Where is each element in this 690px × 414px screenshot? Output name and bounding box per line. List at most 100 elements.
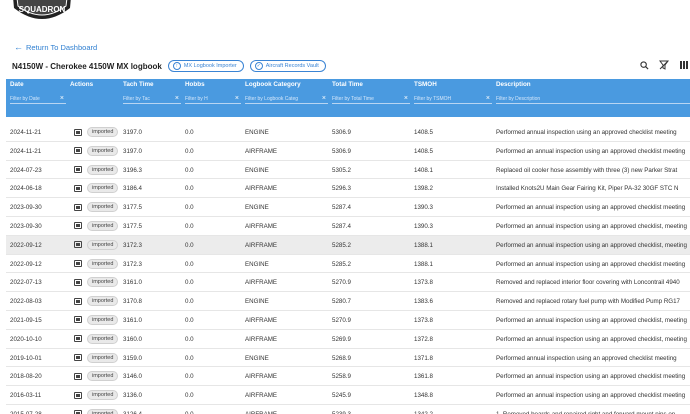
edit-icon[interactable] [74, 241, 82, 249]
cell-total-time: 5296.3 [332, 185, 351, 193]
search-icon[interactable] [638, 59, 650, 71]
edit-icon[interactable] [74, 147, 82, 155]
table-row[interactable]: 2024-11-21 imported 3197.0 0.0 AIRFRAME 5306.… [6, 142, 690, 161]
row-actions: imported [74, 333, 119, 344]
cell-logbook-category: AIRFRAME [245, 373, 277, 381]
filter-total-time-input[interactable]: Filter by Total Time × [332, 94, 410, 104]
cell-logbook-category: AIRFRAME [245, 316, 277, 324]
edit-icon[interactable] [74, 372, 82, 380]
edit-icon[interactable] [74, 128, 82, 136]
table-row[interactable]: 2015-07-28imported3126.40.0AIRFRAME5239.… [6, 405, 690, 414]
cell-description: Installed Knots2U Main Gear Fairing Kit,… [496, 185, 679, 193]
filter-tach-input[interactable]: Filter by Tac × [123, 94, 181, 104]
squadron-logo: SQUADRON [13, 0, 71, 19]
column-header-hobbs[interactable]: Hobbs [185, 81, 205, 88]
table-row[interactable]: 2022-07-13 imported 3161.0 0.0 AIRFRAME 5270.… [6, 273, 690, 293]
edit-icon[interactable] [74, 166, 82, 174]
status-badge: imported [87, 220, 119, 231]
table-row[interactable]: 2021-09-15 imported 3161.0 0.0 AIRFRAME 5270.… [6, 311, 690, 330]
table-row[interactable]: 2024-06-18 imported 3186.4 0.0 AIRFRAME 5296.… [6, 179, 690, 199]
table-row[interactable]: 2022-08-03 imported 3170.8 0.0 ENGINE 5280.7 1… [6, 292, 690, 311]
close-icon[interactable]: × [175, 95, 179, 102]
filter-date-input[interactable]: Filter by Date × [10, 94, 66, 104]
table-row[interactable]: 2019-10-01 imported 3159.0 0.0 ENGINE 5268.9 1… [6, 349, 690, 368]
table-row[interactable]: 2018-08-20 imported 3146.0 0.0 AIRFRAME 5258.… [6, 367, 690, 387]
status-badge: imported [87, 352, 119, 363]
edit-icon[interactable] [74, 297, 82, 305]
filter-tsmoh-input[interactable]: Filter by TSMOH × [414, 94, 492, 104]
close-icon[interactable]: × [486, 95, 490, 102]
column-header-logbook-category[interactable]: Logbook Category [245, 81, 301, 88]
status-badge: imported [87, 371, 119, 382]
edit-icon[interactable] [74, 203, 82, 211]
edit-icon[interactable] [74, 354, 82, 362]
return-to-dashboard-link[interactable]: ← Return To Dashboard [14, 43, 97, 53]
table-row[interactable]: 2016-03-11 imported 3136.0 0.0 AIRFRAME 5245.… [6, 386, 690, 405]
cell-total-time: 5285.2 [332, 241, 351, 249]
cell-date: 2022-07-13 [10, 279, 42, 287]
close-icon[interactable]: × [404, 95, 408, 102]
table-body: 2024-11-21 imported 3197.0 0.0 ENGINE 5306.9 1… [6, 123, 690, 414]
filter-description-input[interactable]: Filter by Description [496, 94, 690, 104]
cell-tsmoh: 1388.1 [414, 241, 433, 249]
cell-total-time: 5306.9 [332, 129, 351, 136]
edit-icon[interactable] [74, 410, 82, 414]
cell-tsmoh: 1390.3 [414, 222, 433, 230]
close-icon[interactable]: × [60, 95, 64, 102]
column-header-date[interactable]: Date [10, 81, 24, 88]
filter-category-input[interactable]: Filter by Logbook Categ × [245, 94, 328, 104]
table-row[interactable]: 2020-10-10 imported 3160.0 0.0 AIRFRAME 5269.… [6, 330, 690, 349]
cell-description: Removed and replaced interior floor cove… [496, 279, 680, 287]
cell-description: Performed an annual inspection using an … [496, 222, 687, 230]
status-badge: imported [87, 258, 119, 269]
cell-description: Performed an annual inspection using an … [496, 147, 686, 155]
cell-date: 2021-09-15 [10, 316, 42, 324]
table-row[interactable]: 2024-11-21 imported 3197.0 0.0 ENGINE 5306.9 1… [6, 123, 690, 142]
close-icon[interactable]: × [322, 95, 326, 102]
cell-description: Performed an annual inspection using an … [496, 260, 686, 268]
cell-hobbs: 0.0 [185, 129, 194, 136]
columns-icon[interactable] [678, 59, 690, 71]
aircraft-records-vault-label: Aircraft Records Vault [265, 63, 319, 69]
cell-tsmoh: 1372.8 [414, 335, 433, 343]
mx-logbook-importer-button[interactable]: ↑ MX Logbook Importer [167, 60, 244, 72]
cell-tach-time: 3197.0 [123, 147, 142, 155]
table-row[interactable]: 2022-09-12 imported 3172.3 0.0 AIRFRAME 5285.… [6, 235, 690, 255]
edit-icon[interactable] [74, 316, 82, 324]
column-header-total-time[interactable]: Total Time [332, 81, 363, 88]
cell-logbook-category: ENGINE [245, 354, 269, 362]
clear-filter-icon[interactable] [658, 59, 670, 71]
column-header-description[interactable]: Description [496, 81, 531, 88]
edit-icon[interactable] [74, 222, 82, 230]
cell-tsmoh: 1361.8 [414, 373, 433, 381]
status-badge: imported [87, 314, 119, 325]
edit-icon[interactable] [74, 278, 82, 286]
cell-logbook-category: ENGINE [245, 204, 269, 212]
aircraft-records-vault-button[interactable]: ✓ Aircraft Records Vault [249, 60, 326, 72]
table-row[interactable]: 2023-09-30 imported 3177.5 0.0 AIRFRAME 5287.… [6, 217, 690, 236]
cell-tsmoh: 1408.1 [414, 166, 433, 174]
cell-date: 2023-09-30 [10, 222, 42, 230]
column-header-tsmoh[interactable]: TSMOH [414, 81, 437, 88]
edit-icon[interactable] [74, 184, 82, 192]
column-header-tach-time[interactable]: Tach Time [123, 81, 154, 88]
cell-tach-time: 3177.5 [123, 204, 142, 212]
close-icon[interactable]: × [235, 95, 239, 102]
cell-logbook-category: AIRFRAME [245, 241, 277, 249]
cell-hobbs: 0.0 [185, 316, 194, 324]
edit-icon[interactable] [74, 260, 82, 268]
table-row[interactable]: 2022-09-12 imported 3172.3 0.0 ENGINE 5285.2 1… [6, 255, 690, 274]
cell-total-time: 5285.2 [332, 260, 351, 268]
row-actions: imported [74, 352, 119, 363]
cell-total-time: 5287.4 [332, 204, 351, 212]
cell-total-time: 5305.2 [332, 166, 351, 174]
edit-icon[interactable] [74, 335, 82, 343]
status-badge: imported [87, 277, 119, 288]
edit-icon[interactable] [74, 391, 82, 399]
cell-total-time: 5270.9 [332, 279, 351, 287]
cell-logbook-category: ENGINE [245, 129, 269, 136]
svg-text:SQUADRON: SQUADRON [19, 5, 66, 14]
table-row[interactable]: 2024-07-23 imported 3196.3 0.0 ENGINE 5305.2 1… [6, 161, 690, 180]
filter-hobbs-input[interactable]: Filter by H × [185, 94, 241, 104]
table-row[interactable]: 2023-09-30 imported 3177.5 0.0 ENGINE 5287.4 1… [6, 198, 690, 217]
